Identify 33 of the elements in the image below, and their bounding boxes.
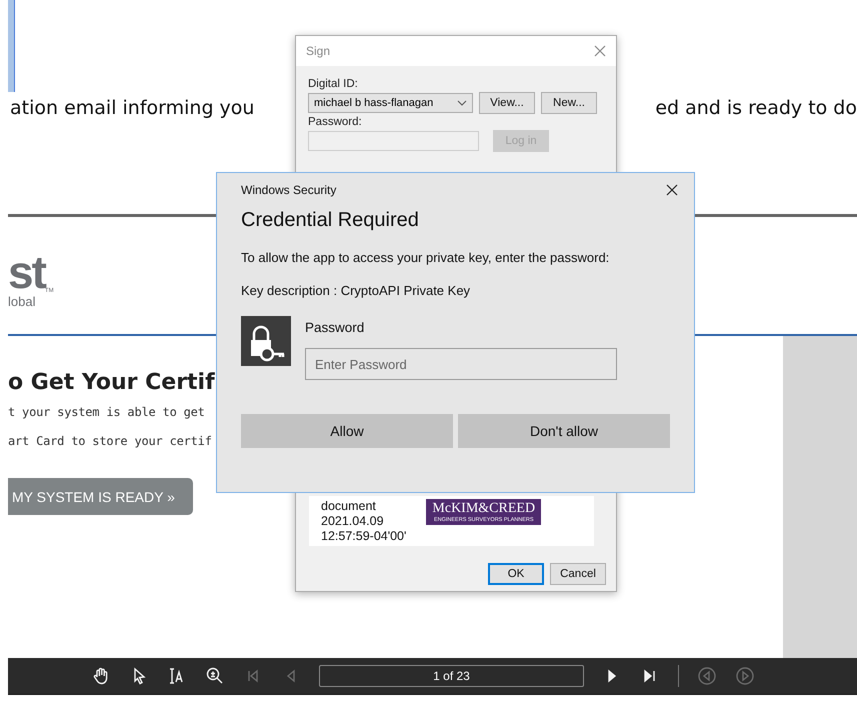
zoom-icon[interactable] [205,666,225,686]
field-label: Digital ID: [308,78,359,90]
dialog-button[interactable]: Don't allow [458,414,670,448]
ready-button[interactable]: MY SYSTEM IS READY » [8,478,193,515]
dialog-button[interactable]: View... [479,92,535,114]
digital-id-dropdown[interactable]: michael b hass-flanagan [308,93,473,113]
dialog-button[interactable]: OK [488,563,544,585]
selection-handle[interactable] [8,0,15,92]
field-label: Password: [308,116,363,128]
logo-text: st [8,250,45,294]
document-text: ation email informing you [10,97,254,119]
page-number-field[interactable]: 1 of 23 [319,665,584,687]
paragraph-text: t your system is able to get [8,405,205,419]
logo-tagline: lobal [8,294,36,309]
chevron-icon [457,100,467,106]
document-text: ed and is ready to do [655,97,857,119]
dialog-button[interactable]: Allow [241,414,453,448]
close-icon[interactable] [666,184,678,196]
key-description: Key description : CryptoAPI Private Key [241,283,472,298]
dialog-title: Windows Security [241,183,336,197]
dialog-button[interactable]: New... [541,92,597,114]
dialog-message: To allow the app to access your private key, enter the password: [241,250,610,265]
lock-key-icon [241,316,291,366]
dialog-button[interactable]: Cancel [550,563,606,585]
password-field[interactable]: Enter Password [305,348,617,380]
paragraph-text: art Card to store your certif [8,434,212,448]
dialog-title: Sign [306,44,330,58]
dialog-heading: Credential Required [241,209,420,232]
signature-text: document [321,499,377,514]
field-label: Password [305,320,366,335]
signature-text: 2021.04.09 [321,514,385,529]
section-heading: o Get Your Certif [8,370,215,395]
signature-text: 12:57:59-04'00' [321,529,406,544]
